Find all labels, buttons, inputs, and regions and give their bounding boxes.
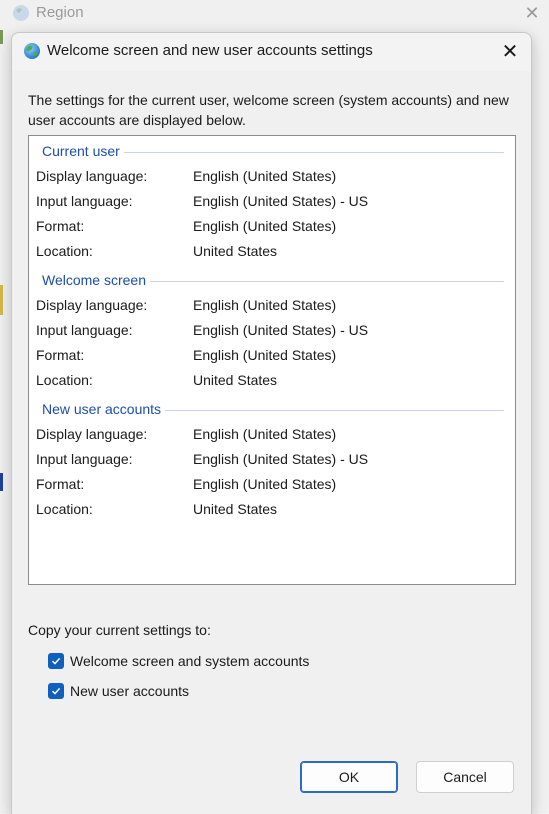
setting-label: Display language: bbox=[36, 426, 148, 442]
setting-value: English (United States) bbox=[193, 476, 337, 492]
setting-row: Format: English (United States) bbox=[36, 474, 506, 494]
globe-icon bbox=[12, 4, 30, 22]
setting-label: Format: bbox=[36, 218, 85, 234]
setting-label: Input language: bbox=[36, 322, 133, 338]
cancel-button[interactable]: Cancel bbox=[416, 761, 514, 793]
edge-strip bbox=[0, 285, 3, 315]
setting-label: Location: bbox=[36, 372, 93, 388]
setting-value: United States bbox=[193, 243, 278, 259]
dialog-titlebar: Welcome screen and new user accounts set… bbox=[12, 33, 531, 71]
setting-row: Location: United States bbox=[36, 499, 506, 519]
setting-value: United States bbox=[193, 372, 278, 388]
setting-row: Input language: English (United States) … bbox=[36, 320, 506, 340]
edge-strip bbox=[0, 473, 3, 491]
setting-value: English (United States) bbox=[193, 297, 337, 313]
edge-strip bbox=[0, 30, 3, 44]
setting-value: English (United States) - US bbox=[193, 193, 369, 209]
welcome-screen-checkbox-row[interactable]: Welcome screen and system accounts bbox=[48, 650, 309, 672]
welcome-screen-checkbox[interactable] bbox=[48, 653, 64, 669]
setting-row: Input language: English (United States) … bbox=[36, 191, 506, 211]
setting-row: Display language: English (United States… bbox=[36, 424, 506, 444]
setting-value: English (United States) bbox=[193, 168, 337, 184]
group-header: New user accounts bbox=[42, 399, 166, 419]
settings-dialog: Welcome screen and new user accounts set… bbox=[11, 32, 532, 814]
setting-label: Format: bbox=[36, 347, 85, 363]
checkmark-icon bbox=[51, 687, 61, 695]
checkbox-label[interactable]: New user accounts bbox=[70, 683, 189, 699]
globe-icon bbox=[23, 42, 41, 60]
ok-button[interactable]: OK bbox=[300, 761, 398, 793]
setting-value: English (United States) bbox=[193, 426, 337, 442]
new-user-accounts-checkbox-row[interactable]: New user accounts bbox=[48, 680, 189, 702]
setting-row: Input language: English (United States) … bbox=[36, 449, 506, 469]
group-header: Current user bbox=[42, 141, 124, 161]
setting-label: Input language: bbox=[36, 451, 133, 467]
setting-row: Display language: English (United States… bbox=[36, 166, 506, 186]
setting-label: Format: bbox=[36, 476, 85, 492]
checkmark-icon bbox=[51, 657, 61, 665]
close-icon[interactable]: ✕ bbox=[520, 2, 544, 24]
setting-value: English (United States) bbox=[193, 347, 337, 363]
setting-value: English (United States) bbox=[193, 218, 337, 234]
setting-row: Format: English (United States) bbox=[36, 216, 506, 236]
region-titlebar: Region ✕ bbox=[0, 0, 549, 28]
copy-settings-label: Copy your current settings to: bbox=[28, 622, 211, 638]
region-title: Region bbox=[36, 4, 84, 21]
checkbox-label[interactable]: Welcome screen and system accounts bbox=[70, 653, 309, 669]
setting-value: English (United States) - US bbox=[193, 451, 369, 467]
setting-row: Location: United States bbox=[36, 370, 506, 390]
setting-label: Display language: bbox=[36, 168, 148, 184]
setting-label: Location: bbox=[36, 243, 93, 259]
setting-label: Display language: bbox=[36, 297, 148, 313]
setting-row: Format: English (United States) bbox=[36, 345, 506, 365]
setting-row: Display language: English (United States… bbox=[36, 295, 506, 315]
setting-value: United States bbox=[193, 501, 278, 517]
close-icon[interactable]: ✕ bbox=[494, 37, 526, 67]
setting-label: Input language: bbox=[36, 193, 133, 209]
setting-row: Location: United States bbox=[36, 241, 506, 261]
settings-list-box: Current user Display language: English (… bbox=[28, 135, 516, 585]
dialog-description: The settings for the current user, welco… bbox=[28, 92, 509, 128]
new-user-accounts-checkbox[interactable] bbox=[48, 683, 64, 699]
setting-label: Location: bbox=[36, 501, 93, 517]
setting-value: English (United States) - US bbox=[193, 322, 369, 338]
group-header: Welcome screen bbox=[42, 270, 151, 290]
dialog-title: Welcome screen and new user accounts set… bbox=[47, 42, 373, 59]
